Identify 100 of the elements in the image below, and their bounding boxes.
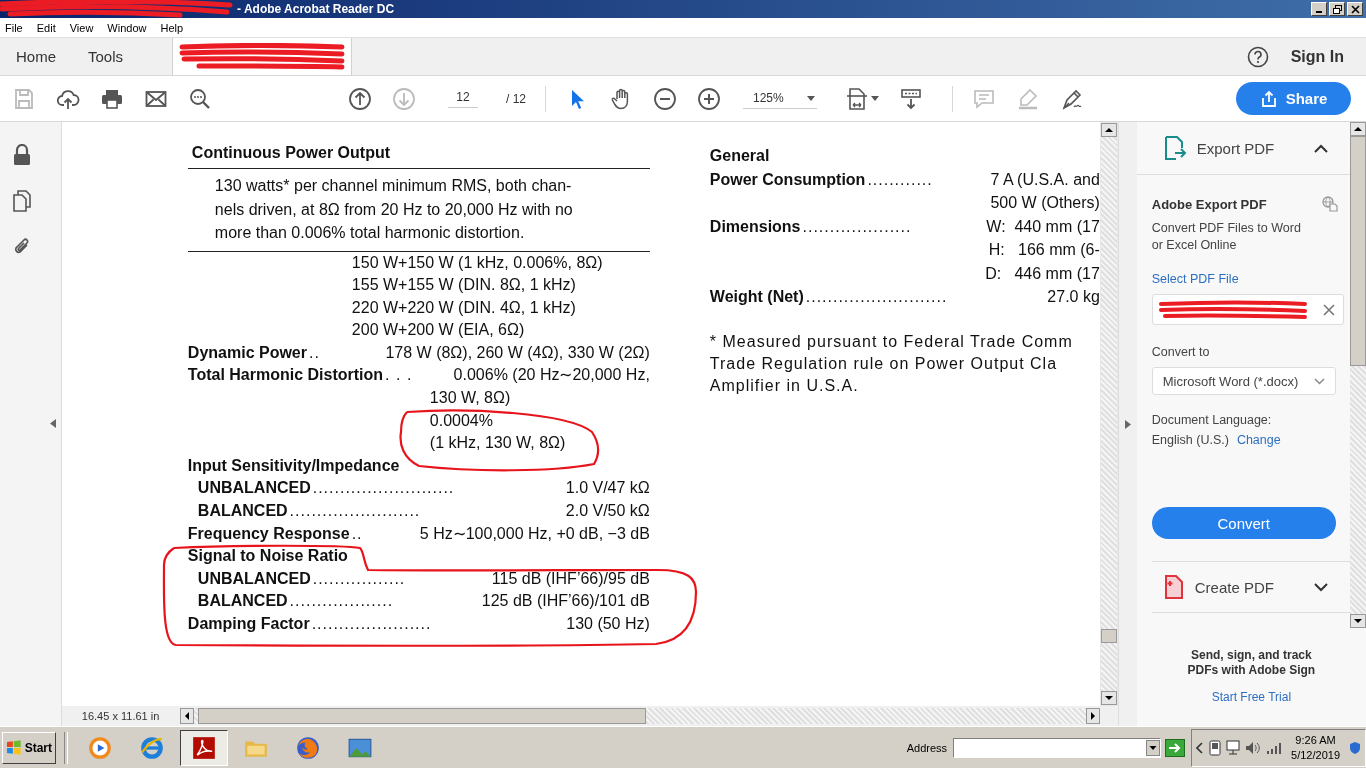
search-button[interactable] <box>188 86 212 111</box>
menu-item[interactable]: Window <box>107 21 147 34</box>
section-heading: Continuous Power Output <box>187 142 650 169</box>
panel-heading: Adobe Export PDF <box>1151 196 1267 212</box>
nav-tab[interactable]: Tools <box>72 38 140 75</box>
zoom-dropdown[interactable]: 125% <box>743 88 817 109</box>
pdf-reader-taskbar-button[interactable] <box>180 729 228 766</box>
spec-value: 220 W+220 W (DIN. 4Ω, 1 kHz) <box>350 297 577 318</box>
page-size-label: 16.45 x 11.61 in <box>81 710 161 722</box>
network-icon[interactable] <box>1226 739 1241 756</box>
file-field[interactable] <box>1151 294 1344 325</box>
create-pdf-header[interactable]: Create PDF <box>1151 561 1350 613</box>
dot-leader: ................. <box>312 568 406 589</box>
menu-item[interactable]: File <box>5 21 23 34</box>
windows-logo-icon <box>6 740 22 755</box>
spec-value: 178 W (8Ω), 260 W (4Ω), 330 W (2Ω) <box>385 342 650 363</box>
share-button[interactable]: Share <box>1236 82 1351 115</box>
media-player-icon <box>87 734 113 761</box>
save-icon <box>12 86 36 111</box>
page-fit-button[interactable] <box>845 86 879 111</box>
highlighter-icon <box>1016 86 1040 111</box>
search-icon <box>188 86 212 111</box>
menu-item[interactable]: View <box>69 21 94 34</box>
spec-value: 0.006% (20 Hz∼20,000 Hz, <box>453 365 650 386</box>
spec-group-heading: Signal to Noise Ratio <box>187 546 349 567</box>
spec-label: BALANCED <box>197 591 288 612</box>
export-pdf-header[interactable]: Export PDF <box>1136 122 1350 175</box>
page-fit-icon <box>845 86 869 111</box>
caret-icon <box>807 95 815 101</box>
help-icon[interactable] <box>1246 45 1269 68</box>
nav-tab[interactable]: Home <box>0 38 72 75</box>
close-button[interactable] <box>1347 2 1363 16</box>
spec-label: Total Harmonic Distortion <box>187 365 384 386</box>
pdf-reader-icon <box>191 734 217 761</box>
scroll-left-button[interactable] <box>179 708 194 724</box>
go-icon[interactable] <box>1165 738 1186 757</box>
spec-label: Dynamic Power <box>187 342 307 363</box>
lock-icon[interactable] <box>12 144 32 166</box>
shield-icon[interactable] <box>1349 740 1361 755</box>
change-link[interactable]: Change <box>1236 433 1281 447</box>
scrollbar-thumb[interactable] <box>1350 136 1366 366</box>
spec-value: D: 446 mm (17 <box>984 263 1100 284</box>
convert-button[interactable]: Convert <box>1151 507 1336 539</box>
scroll-down-button[interactable] <box>1100 691 1117 705</box>
page-count: / 12 <box>506 91 526 106</box>
browser-e-icon <box>139 734 165 761</box>
pages-icon[interactable] <box>12 190 32 212</box>
globe-fox-icon <box>295 734 321 761</box>
spec-value: 2.0 V/50 kΩ <box>565 501 650 522</box>
menu-item[interactable]: Help <box>160 21 184 34</box>
footnote: * Measured pursuant to Federal Trade Comm Trade Regulation rule on Power Output Cla Amplifier in U.S.A. <box>709 331 1074 396</box>
clock-time[interactable]: 9:26 AM <box>1295 732 1336 748</box>
spec-group-heading: Input Sensitivity/Impedance <box>187 455 401 476</box>
speaker-icon[interactable] <box>1245 740 1262 755</box>
spec-value: 27.0 kg <box>1047 287 1100 308</box>
zoom-in-icon <box>697 86 721 111</box>
free-trial-link[interactable]: Start Free Trial <box>1211 690 1292 704</box>
close-icon <box>1350 4 1360 14</box>
format-dropdown[interactable]: Microsoft Word (*.docx) <box>1151 367 1336 395</box>
zoom-in-button[interactable] <box>697 86 721 111</box>
dot-leader: . . . <box>385 365 413 386</box>
spec-label: Power Consumption <box>709 169 866 190</box>
address-field[interactable] <box>953 737 1162 758</box>
select-file-link[interactable]: Select PDF File <box>1151 272 1350 286</box>
scrollbar-thumb[interactable] <box>1100 629 1117 643</box>
spec-value: 500 W (Others) <box>989 193 1100 214</box>
expand-pane-icon[interactable] <box>1124 419 1131 429</box>
spec-label: BALANCED <box>197 501 288 522</box>
restore-icon <box>1332 4 1342 14</box>
dot-leader: ............ <box>867 169 933 190</box>
scroll-up-button[interactable] <box>1100 123 1117 137</box>
chevron-down-icon <box>1314 582 1328 592</box>
scrollbar-thumb[interactable] <box>197 708 646 724</box>
language-value: English (U.S.) <box>1151 433 1229 447</box>
scroll-right-button[interactable] <box>1085 708 1100 724</box>
promo-text: Send, sign, and track PDFs with Adobe Sign <box>1187 648 1316 678</box>
up-arrow-button[interactable] <box>348 86 372 111</box>
scroll-mode-icon <box>899 86 923 111</box>
sign-in-link[interactable]: Sign In <box>1290 38 1344 75</box>
document-tab[interactable] <box>172 38 353 75</box>
collapse-left-icon[interactable] <box>50 419 56 428</box>
scroll-down-button[interactable] <box>1350 614 1366 628</box>
zoom-out-button[interactable] <box>653 86 677 111</box>
clock-date[interactable]: 5/12/2019 <box>1291 747 1340 763</box>
dot-leader: ...................... <box>311 614 432 634</box>
minimize-button[interactable] <box>1311 2 1327 16</box>
scroll-up-button[interactable] <box>1350 122 1366 136</box>
rating-note: 130 watts* per channel minimum RMS, both chan- nels driven, at 8Ω from 20 Hz to 20,000 Hz with no more than 0.006% total harmonic distortion. <box>187 169 650 252</box>
dot-leader: .......................... <box>312 478 455 499</box>
dot-leader: .................... <box>802 216 912 237</box>
restore-button[interactable] <box>1329 2 1345 16</box>
clear-icon[interactable] <box>1322 303 1335 316</box>
page-number-field[interactable]: 12 <box>448 89 478 108</box>
menu-item[interactable]: Edit <box>36 21 56 34</box>
start-button[interactable]: Start <box>2 731 56 764</box>
spec-label: Damping Factor <box>187 614 310 634</box>
share-icon <box>1259 89 1278 108</box>
device-icon[interactable] <box>1209 739 1222 756</box>
signal-icon[interactable] <box>1266 741 1283 754</box>
spec-value: 200 W+200 W (EIA, 6Ω) <box>350 320 526 341</box>
